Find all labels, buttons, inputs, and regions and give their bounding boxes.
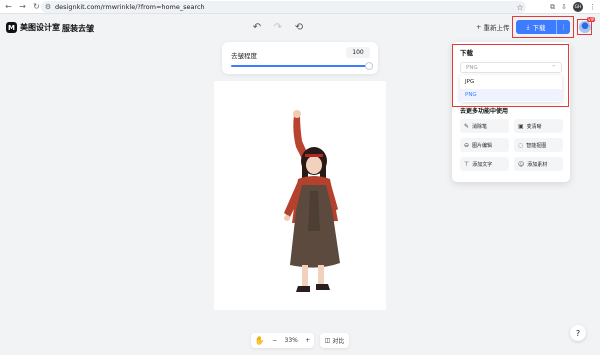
extensions-icon[interactable]: ⧉ <box>550 3 555 12</box>
slider-track[interactable] <box>231 65 369 67</box>
zoom-in-icon[interactable]: + <box>305 337 310 344</box>
zoom-toolbar: ✋ − 33% + <box>251 333 314 348</box>
site-settings-icon[interactable]: ⚙ <box>41 3 55 11</box>
forward-icon[interactable]: → <box>17 1 28 13</box>
bookmark-star-icon[interactable]: ☆ <box>514 3 526 12</box>
plus-icon: + <box>476 23 482 31</box>
tool-label: 智能抠图 <box>526 142 547 149</box>
tool-add-text[interactable]: ⊤ 添加文字 <box>460 157 509 171</box>
undo-icon[interactable]: ↶ <box>251 20 263 34</box>
compare-button[interactable]: ◫ 对比 <box>320 333 349 348</box>
reupload-label: 重新上传 <box>483 24 510 32</box>
slider-label: 去皱程度 <box>231 52 257 60</box>
tool-label: 添加文字 <box>472 161 493 168</box>
sharpen-icon: ▣ <box>518 122 524 130</box>
person-cutout-image <box>284 110 340 292</box>
edit-icon: ⊖ <box>464 141 470 149</box>
tool-label: 消除笔 <box>472 123 488 130</box>
compare-icon: ◫ <box>324 337 331 344</box>
text-icon: ⊤ <box>464 160 470 168</box>
slider-value-input[interactable]: 100 <box>346 47 370 58</box>
downloads-icon[interactable]: ⇩ <box>561 3 567 11</box>
app-header: M 美图设计室 服装去皱 ↶ ↷ ⟲ + 重新上传 ⤓ 下载 ⋮ VIP <box>0 14 600 42</box>
more-features-title: 去更多功能中使用 <box>460 108 509 115</box>
tool-smart-cutout[interactable]: ◌ 智能抠图 <box>514 138 563 152</box>
tool-add-sticker[interactable]: ☺ 添加素材 <box>514 157 563 171</box>
zoom-level: 33% <box>284 337 298 344</box>
url-text[interactable]: designkit.com/rmwrinkle/?from=home_searc… <box>55 3 514 11</box>
compare-label: 对比 <box>332 338 345 345</box>
tool-image-edit[interactable]: ⊖ 图片编辑 <box>460 138 509 152</box>
tool-label: 图片编辑 <box>472 142 493 149</box>
back-icon[interactable]: ← <box>3 1 14 13</box>
image-canvas[interactable] <box>214 81 386 310</box>
brand-logo[interactable]: M 美图设计室 <box>6 22 60 33</box>
help-button[interactable]: ? <box>570 325 586 341</box>
sticker-icon: ☺ <box>518 160 525 168</box>
vip-badge: VIP <box>587 17 596 22</box>
reupload-button[interactable]: + 重新上传 <box>476 22 509 32</box>
history-controls: ↶ ↷ ⟲ <box>251 20 305 34</box>
slider-thumb[interactable] <box>365 62 373 70</box>
pen-icon: ✎ <box>464 122 470 130</box>
browser-menu-icon[interactable]: ⋮ <box>589 3 596 11</box>
redo-icon[interactable]: ↷ <box>272 20 284 34</box>
profile-avatar[interactable]: GH <box>573 2 583 12</box>
annotation-box-download <box>512 16 574 38</box>
reset-icon[interactable]: ⟲ <box>293 20 305 34</box>
cutout-icon: ◌ <box>518 141 524 149</box>
tool-label: 变清晰 <box>526 123 542 130</box>
tool-eraser-pen[interactable]: ✎ 消除笔 <box>460 119 509 133</box>
wrinkle-strength-panel: 去皱程度 100 <box>222 42 378 74</box>
address-bar[interactable]: ⚙ designkit.com/rmwrinkle/?from=home_sea… <box>41 1 526 13</box>
hand-tool-icon[interactable]: ✋ <box>255 336 265 345</box>
zoom-out-icon[interactable]: − <box>272 337 277 344</box>
tool-label: 添加素材 <box>527 161 548 168</box>
tool-sharpen[interactable]: ▣ 变清晰 <box>514 119 563 133</box>
brand-name: 美图设计室 <box>20 23 60 32</box>
page-title: 服装去皱 <box>62 24 94 33</box>
annotation-box-format-menu <box>452 44 569 107</box>
feature-grid: ✎ 消除笔 ▣ 变清晰 ⊖ 图片编辑 ◌ 智能抠图 ⊤ 添加文字 ☺ 添加素材 <box>460 119 564 171</box>
logo-icon: M <box>6 22 17 33</box>
browser-toolbar: ← → ↻ ⚙ designkit.com/rmwrinkle/?from=ho… <box>0 0 600 14</box>
